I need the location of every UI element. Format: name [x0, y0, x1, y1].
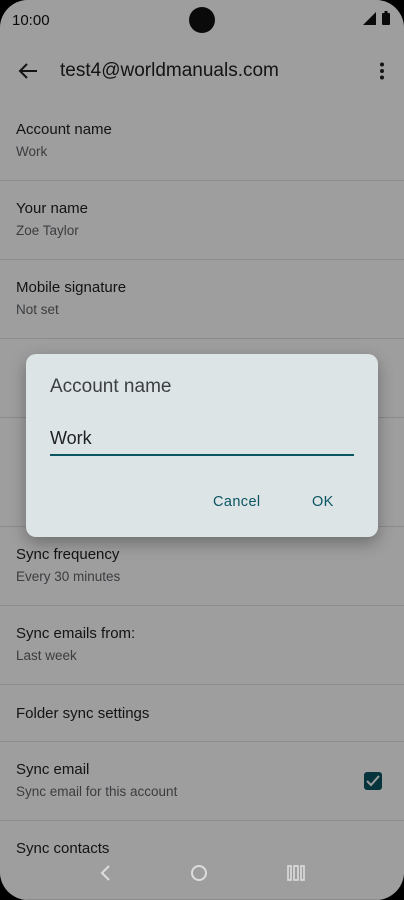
navigation-bar [0, 850, 404, 900]
phone-screen: 10:00 test4@worldmanuals.com Account nam… [0, 0, 404, 900]
cancel-button[interactable]: Cancel [213, 494, 261, 510]
nav-recents-icon[interactable] [286, 864, 305, 886]
account-name-dialog: Account name Cancel OK [26, 354, 378, 537]
dialog-title: Account name [50, 376, 172, 397]
account-name-input[interactable] [50, 426, 354, 456]
nav-back-icon[interactable] [99, 864, 111, 886]
ok-button[interactable]: OK [312, 494, 334, 510]
nav-home-icon[interactable] [190, 864, 208, 887]
